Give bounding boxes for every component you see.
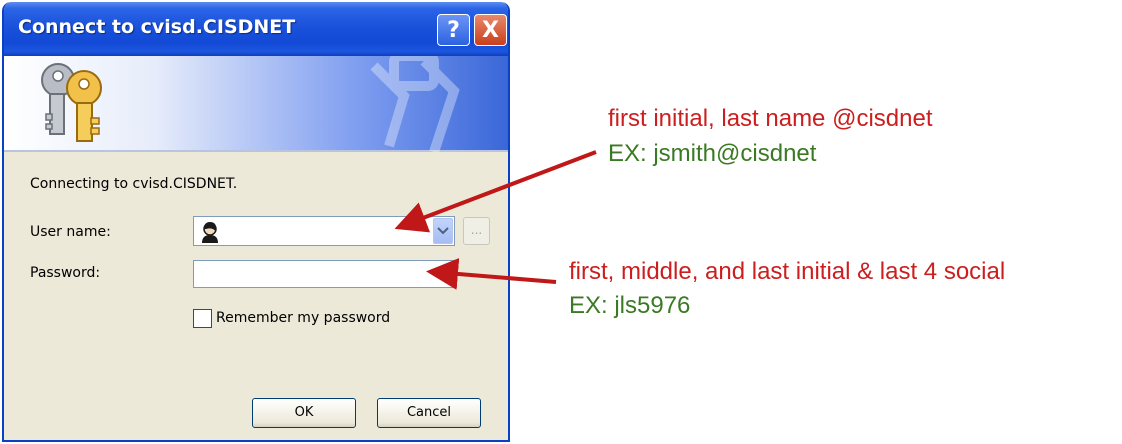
help-button[interactable]: ? (437, 14, 470, 46)
cancel-button[interactable]: Cancel (377, 398, 481, 428)
password-field[interactable] (193, 260, 455, 288)
password-hint: first, middle, and last initial & last 4… (569, 258, 1006, 285)
password-example: EX: jls5976 (569, 292, 691, 319)
ok-button[interactable]: OK (252, 398, 356, 428)
title-bar[interactable]: Connect to cvisd.CISDNET ? X (4, 2, 508, 56)
remember-password-checkbox[interactable] (193, 308, 212, 328)
username-label: User name: (30, 224, 111, 240)
user-icon (202, 222, 218, 243)
password-label: Password: (30, 265, 101, 281)
banner (4, 56, 508, 152)
chevron-down-icon (437, 227, 449, 235)
remember-password-label: Remember my password (216, 310, 391, 326)
username-dropdown-button[interactable] (433, 218, 453, 244)
connecting-message: Connecting to cvisd.CISDNET. (30, 176, 238, 192)
remember-password-option[interactable]: Remember my password (193, 307, 390, 329)
username-combobox[interactable] (193, 216, 455, 246)
keys-icon (41, 63, 102, 142)
keys-watermark-icon (370, 56, 460, 152)
connect-dialog: Connect to cvisd.CISDNET ? X Connecting … (2, 2, 510, 442)
window-title: Connect to cvisd.CISDNET (18, 16, 296, 38)
close-button[interactable]: X (474, 14, 507, 46)
username-hint: first initial, last name @cisdnet (608, 105, 933, 132)
browse-button[interactable]: ... (463, 217, 490, 245)
username-example: EX: jsmith@cisdnet (608, 140, 817, 167)
